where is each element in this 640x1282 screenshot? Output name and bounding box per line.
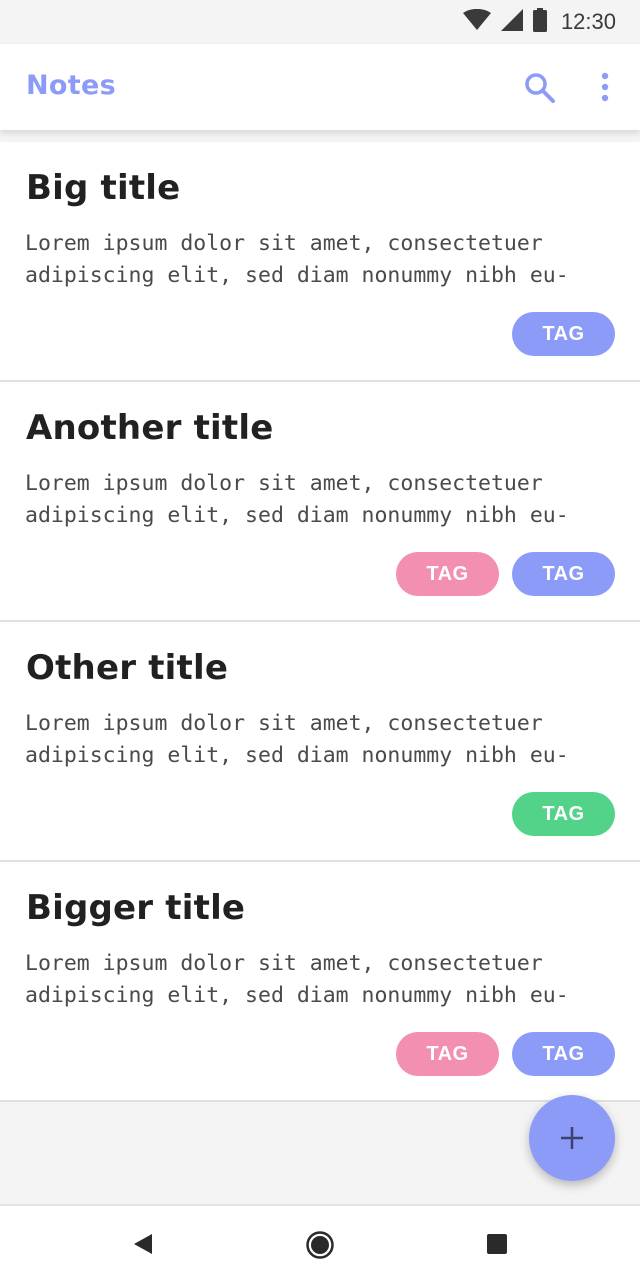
signal-icon	[500, 8, 523, 36]
tag-chip[interactable]: TAG	[512, 792, 615, 836]
note-tags: TAG TAG	[396, 1032, 615, 1076]
add-note-button[interactable]	[529, 1095, 615, 1181]
note-card[interactable]: Big title Lorem ipsum dolor sit amet, co…	[0, 142, 640, 382]
home-button[interactable]	[305, 1230, 335, 1260]
note-card[interactable]: Another title Lorem ipsum dolor sit amet…	[0, 382, 640, 622]
note-title: Another title	[26, 408, 274, 448]
more-options-button[interactable]	[590, 70, 620, 106]
recents-icon	[487, 1234, 507, 1254]
note-title: Bigger title	[26, 888, 246, 928]
status-time: 12:30	[560, 9, 616, 34]
battery-icon	[532, 7, 547, 37]
note-body: Lorem ipsum dolor sit amet, consectetuer…	[25, 951, 569, 1008]
back-button[interactable]	[130, 1232, 154, 1256]
note-body: Lorem ipsum dolor sit amet, consectetuer…	[25, 711, 569, 768]
note-body: Lorem ipsum dolor sit amet, consectetuer…	[25, 231, 569, 288]
search-icon	[525, 73, 555, 103]
tag-chip[interactable]: TAG	[512, 552, 615, 596]
tag-chip[interactable]: TAG	[396, 552, 499, 596]
back-icon	[134, 1234, 152, 1254]
wifi-icon	[462, 8, 491, 36]
note-tags: TAG	[512, 312, 615, 356]
more-vert-icon	[601, 72, 609, 102]
tag-chip[interactable]: TAG	[512, 1032, 615, 1076]
note-tags: TAG	[512, 792, 615, 836]
status-icons: 12:30	[462, 0, 616, 44]
system-nav-bar	[0, 1204, 640, 1282]
tag-chip[interactable]: TAG	[512, 312, 615, 356]
notes-list: Big title Lorem ipsum dolor sit amet, co…	[0, 142, 640, 1102]
status-bar: 12:30	[0, 0, 640, 44]
plus-icon	[561, 1127, 583, 1149]
note-title: Big title	[26, 168, 181, 208]
note-body: Lorem ipsum dolor sit amet, consectetuer…	[25, 471, 569, 528]
tag-chip[interactable]: TAG	[396, 1032, 499, 1076]
search-button[interactable]	[522, 70, 558, 106]
note-tags: TAG TAG	[396, 552, 615, 596]
note-card[interactable]: Bigger title Lorem ipsum dolor sit amet,…	[0, 862, 640, 1102]
app-title: Notes	[26, 70, 116, 101]
app-bar: Notes	[0, 44, 640, 130]
note-title: Other title	[26, 648, 229, 688]
recents-button[interactable]	[486, 1233, 508, 1255]
home-icon	[306, 1231, 334, 1259]
note-card[interactable]: Other title Lorem ipsum dolor sit amet, …	[0, 622, 640, 862]
